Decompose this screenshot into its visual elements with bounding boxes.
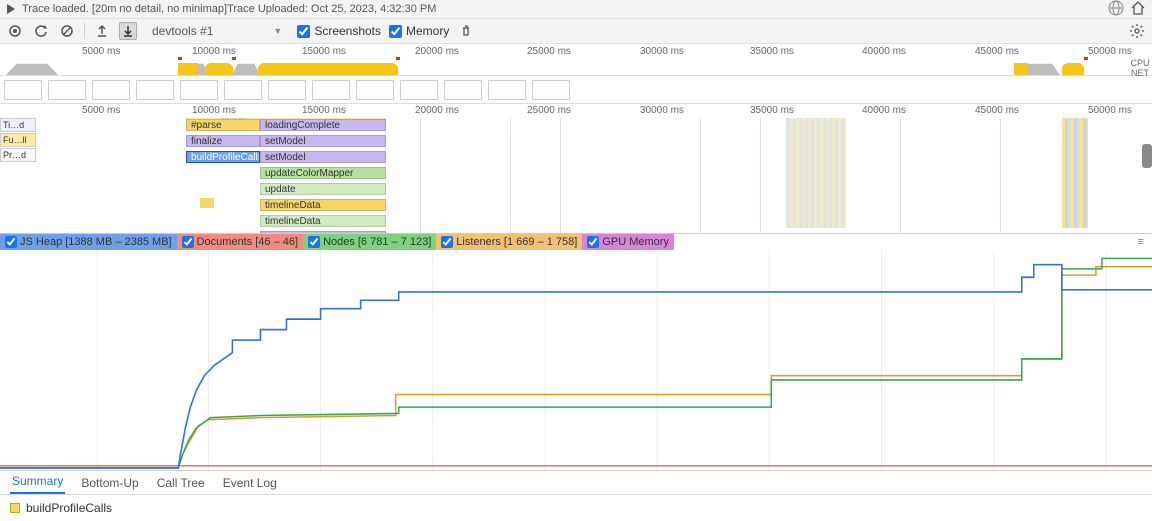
tab-bottom-up[interactable]: Bottom-Up [79, 472, 140, 494]
download-icon[interactable] [119, 22, 137, 40]
counter-nodes[interactable]: Nodes[6 781 – 7 123] [303, 234, 436, 250]
memory-label: Memory [406, 24, 449, 38]
screenshots-checkbox[interactable]: Screenshots [297, 24, 381, 38]
gear-icon[interactable] [1128, 22, 1146, 40]
play-icon[interactable] [6, 4, 16, 14]
screenshot-thumb[interactable] [444, 80, 482, 100]
reload-icon[interactable] [32, 22, 50, 40]
memory-checkbox[interactable]: Memory [389, 24, 449, 38]
scrollbar-thumb[interactable] [1142, 144, 1152, 168]
overview-cpu-net-labels: CPU NET [1128, 58, 1152, 78]
trace-loaded-text: Trace loaded. [22, 3, 89, 15]
screenshot-thumb[interactable] [224, 80, 262, 100]
counter-listeners[interactable]: Listeners[1 669 – 1 758] [436, 234, 582, 250]
trace-detail-text: [20m no detail, no minimap] [92, 3, 227, 15]
home-icon[interactable] [1130, 0, 1146, 19]
flame-entry[interactable]: processInspectorTrace [260, 231, 386, 233]
track-label[interactable]: Pr…d [0, 148, 36, 162]
screenshot-thumb[interactable] [312, 80, 350, 100]
screenshot-thumb[interactable] [92, 80, 130, 100]
tab-call-tree[interactable]: Call Tree [155, 472, 207, 494]
toolbar: devtools #1 ▼ Screenshots Memory [0, 18, 1152, 44]
clear-icon[interactable] [58, 22, 76, 40]
flame-entry[interactable]: updateColorMapper [260, 167, 386, 179]
flame-entry[interactable]: timelineData [260, 199, 386, 211]
details-body: buildProfileCalls [0, 495, 1152, 521]
upload-icon[interactable] [93, 22, 111, 40]
screenshot-thumb[interactable] [532, 80, 570, 100]
record-icon[interactable] [6, 22, 24, 40]
screenshot-thumb[interactable] [180, 80, 218, 100]
screenshot-thumb[interactable] [488, 80, 526, 100]
overview-ruler: 5000 ms 10000 ms 15000 ms 20000 ms 25000… [0, 44, 1152, 58]
garbage-collect-icon[interactable] [457, 22, 475, 40]
counter-documents[interactable]: Documents[46 – 46] [177, 234, 303, 250]
flame-entry[interactable]: update [260, 183, 386, 195]
status-bar: Trace loaded. [20m no detail, no minimap… [0, 0, 1152, 18]
track-label[interactable]: Ti…d [0, 118, 36, 132]
globe-icon[interactable] [1108, 0, 1124, 19]
screenshot-thumb[interactable] [48, 80, 86, 100]
counter-jsheap[interactable]: JS Heap[1388 MB – 2385 MB] [0, 234, 177, 250]
screenshot-thumb[interactable] [400, 80, 438, 100]
selection-name: buildProfileCalls [26, 501, 112, 515]
process-dropdown[interactable]: devtools #1 ▼ [145, 21, 289, 41]
memory-counters-bar: JS Heap[1388 MB – 2385 MB] Documents[46 … [0, 234, 1152, 250]
screenshot-strip[interactable] [0, 76, 1152, 104]
counter-gpu[interactable]: GPU Memory [582, 234, 674, 250]
process-dropdown-label: devtools #1 [152, 24, 213, 38]
flame-entry-selected[interactable]: buildProfileCalls [186, 151, 260, 163]
chevron-down-icon: ▼ [273, 26, 282, 36]
flame-entry[interactable]: setModel [260, 135, 386, 147]
flame-entry[interactable]: loadingComplete [260, 119, 386, 131]
tab-summary[interactable]: Summary [10, 470, 65, 494]
flame-entry[interactable]: timelineData [260, 215, 386, 227]
trace-uploaded-text: Trace Uploaded: Oct 25, 2023, 4:32:30 PM [227, 3, 436, 15]
memory-graph[interactable] [0, 250, 1152, 471]
screenshots-label: Screenshots [314, 24, 381, 38]
flame-chart[interactable]: 5000 ms 10000 ms 15000 ms 20000 ms 25000… [0, 104, 1152, 234]
screenshot-thumb[interactable] [4, 80, 42, 100]
hamburger-icon[interactable]: ≡ [1138, 236, 1152, 248]
track-label[interactable]: Fu…ll [0, 133, 36, 147]
flame-entry[interactable]: setModel [260, 151, 386, 163]
screenshot-thumb[interactable] [268, 80, 306, 100]
flame-ruler: 5000 ms 10000 ms 15000 ms 20000 ms 25000… [0, 104, 1152, 118]
flame-entry[interactable]: #parse [186, 119, 260, 131]
details-tabs: Summary Bottom-Up Call Tree Event Log [0, 471, 1152, 495]
flame-entry[interactable]: finalize [186, 135, 260, 147]
overview-timeline[interactable]: 5000 ms 10000 ms 15000 ms 20000 ms 25000… [0, 44, 1152, 76]
selection-swatch [10, 503, 20, 513]
tab-event-log[interactable]: Event Log [221, 472, 279, 494]
screenshot-thumb[interactable] [356, 80, 394, 100]
screenshot-thumb[interactable] [136, 80, 174, 100]
